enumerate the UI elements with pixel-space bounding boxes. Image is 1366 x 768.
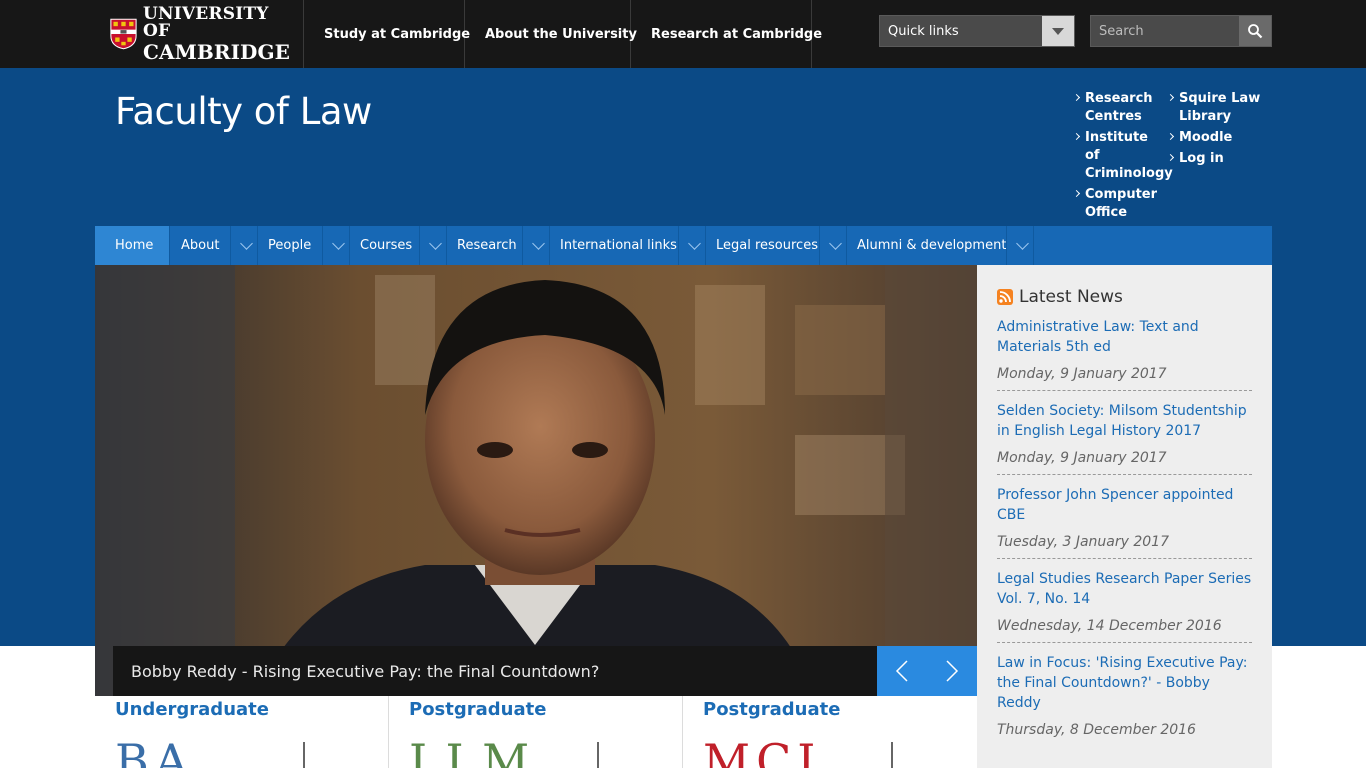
header-link-research-centres[interactable]: Research Centres — [1074, 90, 1166, 126]
chevron-down-icon[interactable] — [240, 237, 253, 250]
nav-alumni[interactable]: Alumni & development — [847, 226, 1034, 265]
nav-people[interactable]: People — [258, 226, 350, 265]
nav-home[interactable]: Home — [95, 226, 170, 265]
news-item-link[interactable]: Selden Society: Milsom Studentship in En… — [997, 401, 1252, 441]
news-item: Professor John Spencer appointed CBE Tue… — [997, 485, 1252, 559]
header-link-login[interactable]: Log in — [1168, 150, 1263, 168]
chevron-down-icon[interactable] — [332, 237, 345, 250]
search-input[interactable] — [1091, 16, 1241, 46]
chevron-down-icon[interactable] — [829, 237, 842, 250]
header-link-criminology[interactable]: Institute of Criminology — [1074, 129, 1173, 183]
search-button[interactable] — [1239, 16, 1271, 46]
news-item-date: Monday, 9 January 2017 — [997, 450, 1167, 466]
slideshow-next-button[interactable] — [927, 646, 977, 696]
header-links-col1: Research Centres Institute of Criminolog… — [1074, 90, 1173, 225]
chevron-down-icon[interactable] — [688, 237, 701, 250]
news-item: Legal Studies Research Paper Series Vol.… — [997, 569, 1252, 643]
nav-international-label: International links — [560, 238, 677, 253]
news-item-date: Tuesday, 3 January 2017 — [997, 534, 1169, 550]
header-links-col2: Squire Law Library Moodle Log in — [1168, 90, 1263, 171]
card-llm-graphic: LLM — [409, 738, 599, 768]
logo-line2: CAMBRIDGE — [142, 40, 290, 64]
hero-caption[interactable]: Bobby Reddy - Rising Executive Pay: the … — [113, 646, 877, 696]
latest-news-heading: Latest News — [997, 287, 1123, 307]
course-cards: Undergraduate BA Postgraduate LLM Postgr… — [95, 696, 977, 768]
nav-home-label: Home — [115, 238, 154, 253]
news-item-link[interactable]: Law in Focus: 'Rising Executive Pay: the… — [997, 653, 1252, 713]
nav-research[interactable]: Research — [447, 226, 550, 265]
news-item: Selden Society: Milsom Studentship in En… — [997, 401, 1252, 475]
nav-research-label: Research — [457, 238, 517, 253]
news-item: Administrative Law: Text and Materials 5… — [997, 317, 1252, 391]
news-item-link[interactable]: Administrative Law: Text and Materials 5… — [997, 317, 1252, 357]
chevron-down-icon[interactable] — [532, 237, 545, 250]
hero-slideshow — [95, 265, 977, 696]
chevron-down-icon[interactable] — [429, 237, 442, 250]
nav-alumni-label: Alumni & development — [857, 238, 1007, 253]
nav-about[interactable]: About — [170, 226, 258, 265]
search-icon — [1248, 24, 1263, 39]
card-heading[interactable]: Undergraduate — [115, 699, 269, 720]
hero-caption-text: Bobby Reddy - Rising Executive Pay: the … — [131, 661, 600, 681]
header-link-squire-library[interactable]: Squire Law Library — [1168, 90, 1263, 126]
page-title: Faculty of Law — [115, 90, 372, 133]
quick-links-label: Quick links — [888, 24, 959, 39]
news-item: Law in Focus: 'Rising Executive Pay: the… — [997, 653, 1252, 746]
chevron-left-icon — [895, 660, 908, 682]
latest-news-title: Latest News — [1019, 287, 1123, 307]
news-item-date: Wednesday, 14 December 2016 — [997, 618, 1222, 634]
global-nav: Study at Cambridge About the University … — [303, 0, 822, 68]
nav-international[interactable]: International links — [550, 226, 706, 265]
main-nav: Home About People Courses Research Inter… — [95, 226, 1272, 265]
chevron-down-icon[interactable] — [1042, 16, 1074, 46]
card-ba-graphic: BA — [115, 738, 305, 768]
nav-courses-label: Courses — [360, 238, 413, 253]
slideshow-prev-button[interactable] — [877, 646, 927, 696]
card-postgraduate-mcl[interactable]: Postgraduate MCL — [683, 696, 977, 768]
nav-legal-resources-label: Legal resources — [716, 238, 818, 253]
card-undergraduate[interactable]: Undergraduate BA — [95, 696, 389, 768]
chevron-down-icon[interactable] — [1016, 237, 1029, 250]
header-link-computer-office[interactable]: Computer Office — [1074, 186, 1166, 222]
card-mcl-graphic: MCL — [703, 738, 893, 768]
rss-icon[interactable] — [997, 289, 1013, 305]
nav-courses[interactable]: Courses — [350, 226, 447, 265]
nav-people-label: People — [268, 238, 312, 253]
search-box — [1090, 15, 1272, 47]
logo-line1: UNIVERSITY OF — [142, 4, 269, 41]
header-link-moodle[interactable]: Moodle — [1168, 129, 1263, 147]
university-logo[interactable]: UNIVERSITY OF CAMBRIDGE — [110, 6, 290, 62]
nav-about-label: About — [181, 238, 220, 253]
card-postgraduate-llm[interactable]: Postgraduate LLM — [389, 696, 683, 768]
topnav-about[interactable]: About the University — [465, 0, 637, 68]
topnav-study[interactable]: Study at Cambridge — [304, 0, 470, 68]
quick-links-dropdown[interactable]: Quick links — [879, 15, 1075, 47]
news-item-date: Monday, 9 January 2017 — [997, 366, 1167, 382]
hero-photo — [95, 265, 977, 696]
nav-legal-resources[interactable]: Legal resources — [706, 226, 847, 265]
chevron-right-icon — [946, 660, 959, 682]
cambridge-crest-icon — [110, 18, 137, 50]
news-item-link[interactable]: Professor John Spencer appointed CBE — [997, 485, 1252, 525]
card-heading[interactable]: Postgraduate — [409, 699, 546, 720]
topnav-research[interactable]: Research at Cambridge — [631, 0, 822, 68]
top-bar: UNIVERSITY OF CAMBRIDGE Study at Cambrid… — [0, 0, 1366, 68]
news-item-link[interactable]: Legal Studies Research Paper Series Vol.… — [997, 569, 1252, 609]
card-heading[interactable]: Postgraduate — [703, 699, 840, 720]
news-item-date: Thursday, 8 December 2016 — [997, 722, 1196, 738]
latest-news-panel: Latest News Administrative Law: Text and… — [977, 265, 1272, 768]
news-list: Administrative Law: Text and Materials 5… — [997, 317, 1252, 756]
